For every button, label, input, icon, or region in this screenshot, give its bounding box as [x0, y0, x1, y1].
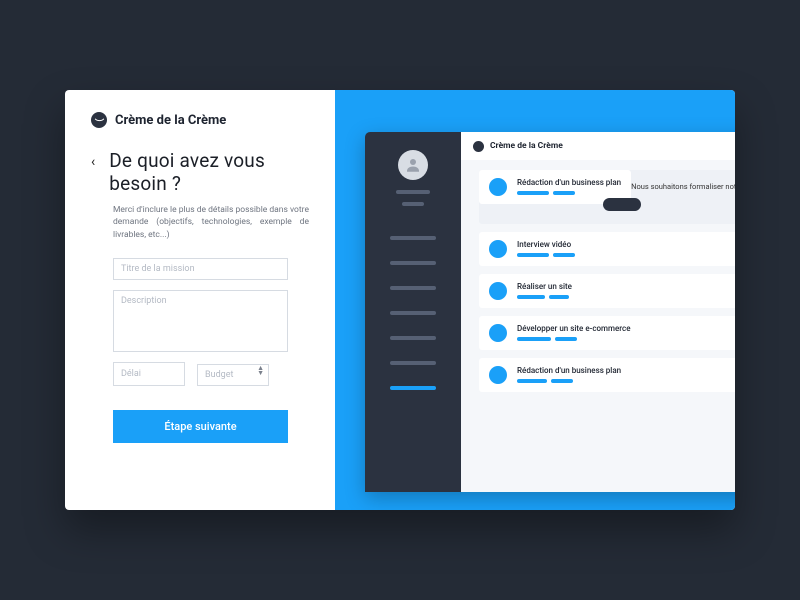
sidebar-item[interactable] [390, 286, 436, 290]
item-dot-icon [489, 178, 507, 196]
item-title: Réaliser un site [517, 282, 572, 291]
mission-description-input[interactable] [113, 290, 288, 352]
brand-icon [91, 112, 107, 128]
list-item[interactable]: Développer un site e-commerce [479, 316, 735, 350]
item-dot-icon [489, 324, 507, 342]
list-item[interactable]: Interview vidéo [479, 232, 735, 266]
sidebar-user-meta [396, 186, 430, 210]
item-detail: Nous souhaitons formaliser notre projet … [631, 182, 735, 212]
item-title: Rédaction d'un business plan [517, 178, 621, 187]
item-title: Interview vidéo [517, 240, 575, 249]
preview-brand-name: Crème de la Crème [490, 141, 563, 151]
page-title: De quoi avez vous besoin ? [109, 150, 309, 196]
user-icon [404, 156, 422, 174]
page-description: Merci d'inclure le plus de détails possi… [113, 204, 309, 242]
item-title: Rédaction d'un business plan [517, 366, 621, 375]
onboarding-card: Crème de la Crème ‹ De quoi avez vous be… [65, 90, 735, 510]
status-pill [603, 198, 641, 211]
mission-title-input[interactable] [113, 258, 288, 280]
sidebar-item[interactable] [390, 361, 436, 365]
preview-header: Crème de la Crème [461, 132, 735, 160]
preview-list: Rédaction d'un business plan Nous souhai… [461, 160, 735, 392]
brand-name: Crème de la Crème [115, 113, 226, 128]
preview-main: Crème de la Crème Rédaction d'un busines… [461, 132, 735, 492]
item-dot-icon [489, 240, 507, 258]
sidebar-item[interactable] [390, 311, 436, 315]
preview-window: Crème de la Crème Rédaction d'un busines… [365, 132, 735, 492]
form-pane: Crème de la Crème ‹ De quoi avez vous be… [65, 90, 335, 510]
mission-form: ▲▼ Étape suivante [113, 258, 309, 443]
list-item[interactable]: Rédaction d'un business plan [479, 358, 735, 392]
sidebar-item[interactable] [390, 236, 436, 240]
next-step-button[interactable]: Étape suivante [113, 410, 288, 443]
brand-icon [473, 141, 484, 152]
item-dot-icon [489, 282, 507, 300]
sidebar-menu [390, 232, 436, 394]
sidebar-item[interactable] [390, 261, 436, 265]
sidebar-item-active[interactable] [390, 386, 436, 390]
list-item[interactable]: Rédaction d'un business plan Nous souhai… [479, 170, 735, 224]
avatar [398, 150, 428, 180]
select-caret-icon: ▲▼ [257, 366, 264, 377]
list-item[interactable]: Réaliser un site [479, 274, 735, 308]
delay-input[interactable] [113, 362, 185, 386]
item-title: Développer un site e-commerce [517, 324, 630, 333]
preview-pane: Crème de la Crème Rédaction d'un busines… [335, 90, 735, 510]
preview-sidebar [365, 132, 461, 492]
sidebar-item[interactable] [390, 336, 436, 340]
item-dot-icon [489, 366, 507, 384]
brand: Crème de la Crème [91, 112, 309, 128]
budget-select[interactable]: ▲▼ [197, 362, 269, 386]
back-button[interactable]: ‹ [91, 150, 95, 196]
